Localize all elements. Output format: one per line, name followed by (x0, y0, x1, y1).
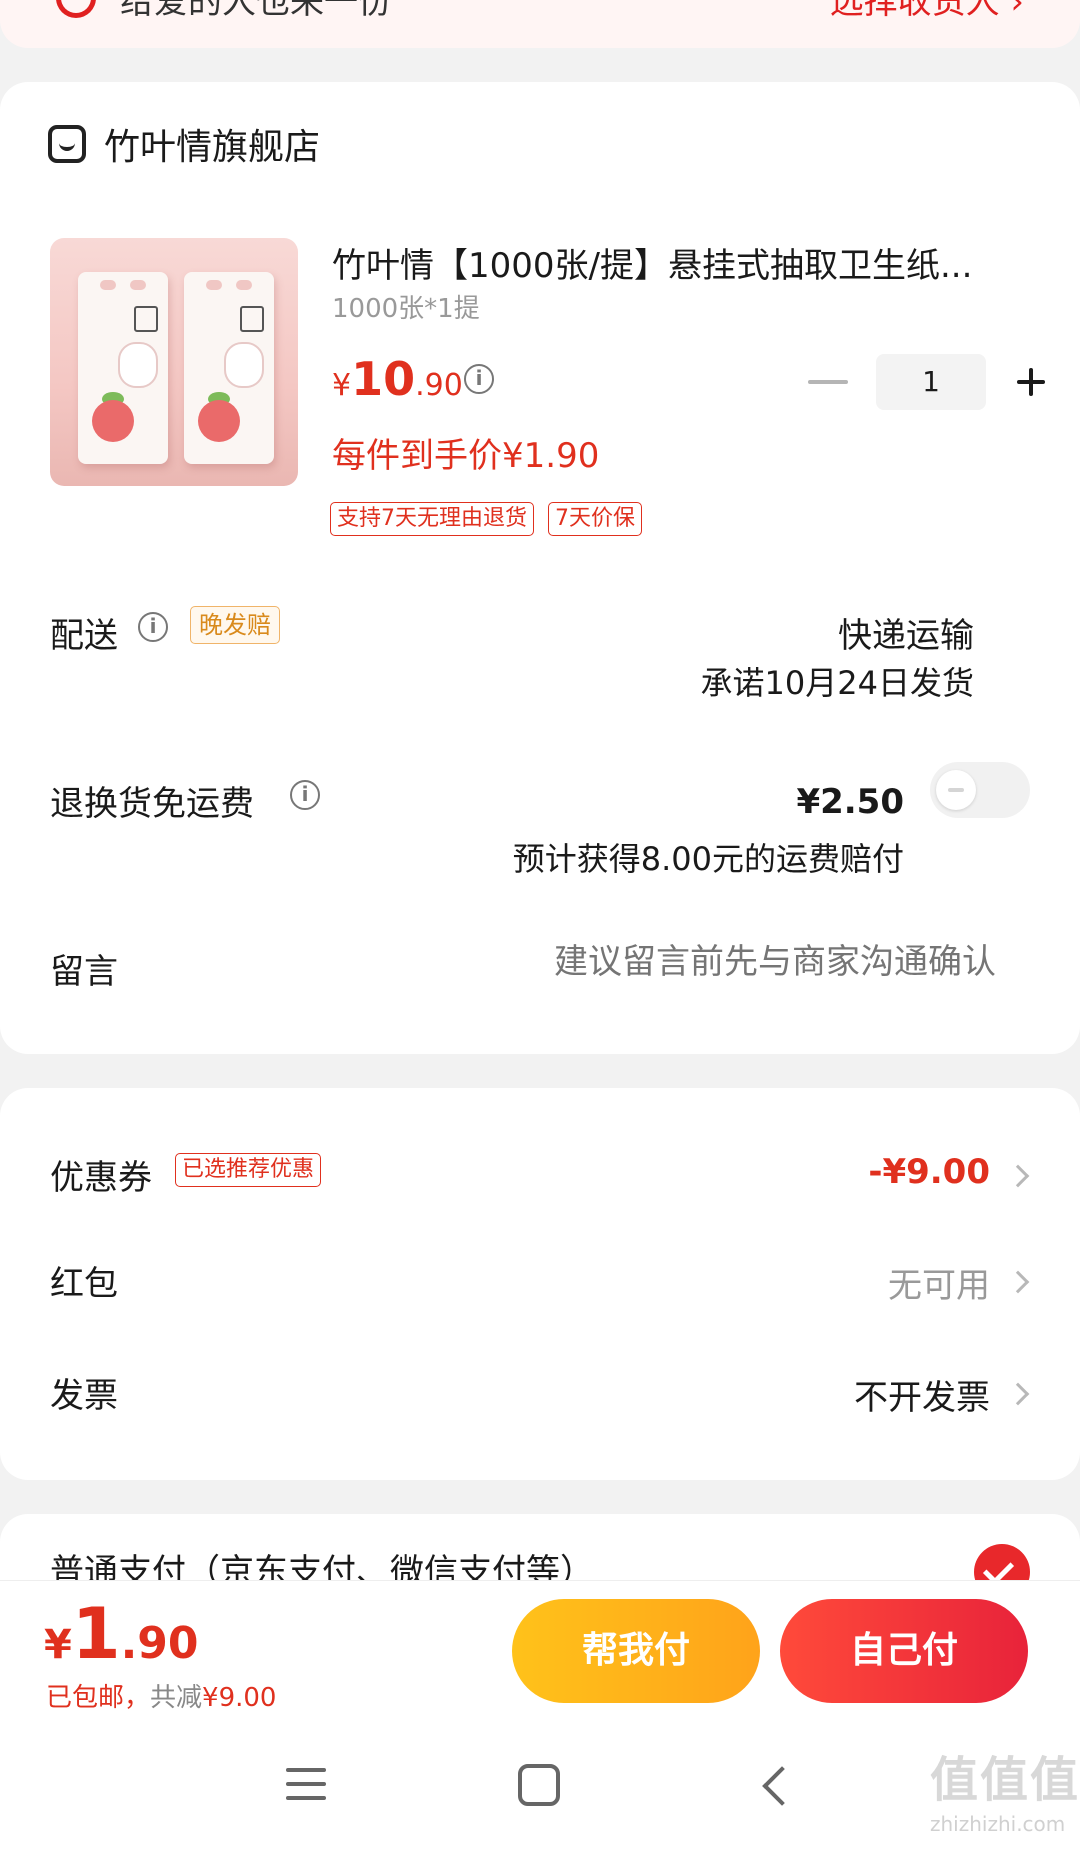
product-pack-right (184, 272, 274, 464)
home-icon[interactable] (518, 1764, 560, 1806)
product-price: ¥ 10 .90 (332, 352, 463, 406)
return-shipping-label: 退换货免运费 (50, 784, 254, 824)
service-tags: 支持7天无理由退货 7天价保 (330, 502, 642, 536)
product-pack-left (78, 272, 168, 464)
message-label: 留言 (50, 952, 118, 992)
delivery-promise: 承诺10月24日发货 (700, 664, 974, 702)
quantity-stepper: 1 (808, 354, 1056, 410)
price-integer: 10 (351, 352, 416, 406)
watermark-logo: 值值值 (930, 1752, 1080, 1808)
coupon-recommend-tag: 已选推荐优惠 (175, 1153, 322, 1187)
redpacket-label: 红包 (50, 1264, 118, 1304)
redpacket-value: 无可用 (888, 1266, 990, 1306)
product-title[interactable]: 竹叶情【1000张/提】悬挂式抽取卫生纸... (332, 238, 1012, 287)
order-item-card: 竹叶情旗舰店 竹叶情【1000张/提】悬挂式抽取卫生纸... 1000张*1提 … (0, 82, 1080, 1054)
product-image[interactable] (50, 238, 298, 486)
coupon-value: -¥9.00 (868, 1152, 990, 1192)
store-icon (48, 125, 86, 163)
total-currency: ¥ (44, 1622, 72, 1668)
store-header[interactable]: 竹叶情旗舰店 (48, 118, 320, 170)
toggle-knob (936, 770, 976, 810)
store-name[interactable]: 竹叶情旗舰店 (104, 118, 320, 170)
free-shipping-text: 已包邮， (46, 1683, 151, 1713)
return-shipping-price: ¥2.50 (796, 782, 904, 822)
quantity-value[interactable]: 1 (876, 354, 986, 410)
menu-icon[interactable] (286, 1768, 326, 1802)
saved-amount: ¥9.00 (202, 1683, 277, 1713)
late-compensation-tag: 晚发赔 (190, 606, 280, 644)
invoice-label: 发票 (50, 1376, 118, 1416)
total-price: ¥ 1 .90 (44, 1593, 199, 1675)
select-recipient-link[interactable]: 选择收货人 › (830, 0, 1024, 23)
net-unit-price: 每件到手价¥1.90 (332, 436, 600, 476)
product-spec: 1000张*1提 (332, 294, 480, 324)
price-protect-tag: 7天价保 (548, 502, 642, 536)
checkout-bar: ¥ 1 .90 已包邮，共减¥9.00 帮我付 自己付 (0, 1580, 1080, 1718)
system-nav-bar: 值值值 zhizhizhi.com (0, 1718, 1080, 1849)
shield-icon (56, 0, 96, 18)
return-policy-tag: 支持7天无理由退货 (330, 502, 534, 536)
minus-icon[interactable] (808, 380, 848, 384)
price-currency: ¥ (332, 368, 352, 403)
price-decimal: .90 (415, 368, 463, 403)
delivery-label: 配送 (50, 616, 118, 656)
coupon-label: 优惠券 (50, 1158, 152, 1198)
total-decimal: .90 (120, 1618, 199, 1669)
recipient-banner[interactable]: 给爱的人也来一份 选择收货人 › (0, 0, 1080, 48)
plus-icon[interactable] (1006, 357, 1056, 407)
message-input[interactable] (436, 942, 996, 982)
discounts-card: 优惠券 已选推荐优惠 -¥9.00 红包 无可用 发票 不开发票 (0, 1088, 1080, 1480)
invoice-value: 不开发票 (854, 1378, 990, 1418)
chevron-right-icon (1006, 1270, 1030, 1294)
chevron-right-icon (1006, 1382, 1030, 1406)
delivery-info-icon[interactable]: i (138, 612, 168, 642)
help-me-pay-button[interactable]: 帮我付 (512, 1599, 760, 1703)
price-info-icon[interactable]: i (464, 364, 494, 394)
total-integer: 1 (71, 1593, 121, 1675)
back-icon[interactable] (762, 1766, 802, 1806)
chevron-right-icon (1006, 1164, 1030, 1188)
return-info-icon[interactable]: i (290, 780, 320, 810)
return-shipping-toggle[interactable] (930, 762, 1030, 818)
saved-prefix: 共减 (150, 1683, 203, 1713)
watermark-url: zhizhizhi.com (930, 1812, 1066, 1836)
gift-others-text: 给爱的人也来一份 (120, 0, 392, 22)
pay-myself-button[interactable]: 自己付 (780, 1599, 1028, 1703)
return-shipping-note: 预计获得8.00元的运费赔付 (512, 840, 904, 878)
price-summary: 已包邮，共减¥9.00 (46, 1677, 276, 1714)
delivery-method[interactable]: 快递运输 (838, 608, 974, 657)
